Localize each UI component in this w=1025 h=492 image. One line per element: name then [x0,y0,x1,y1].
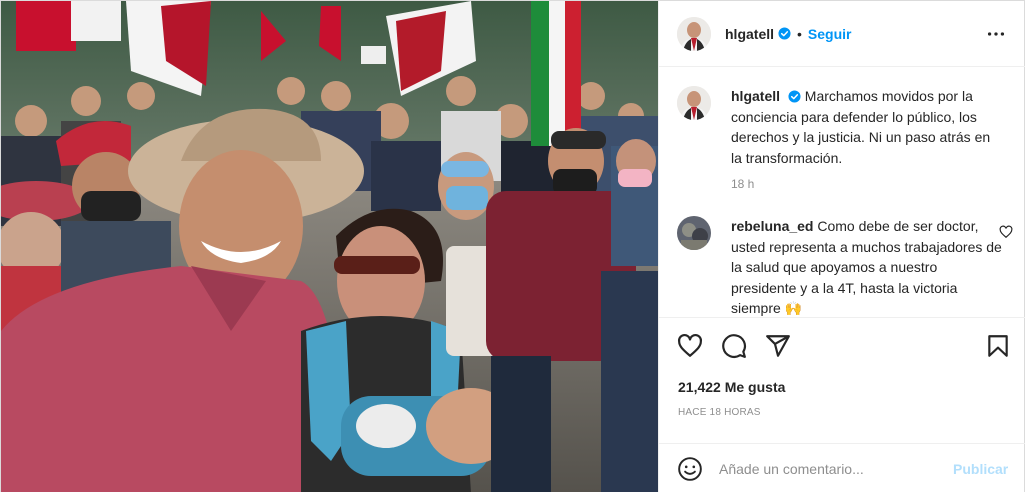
author-avatar[interactable] [677,16,711,51]
commenter-avatar[interactable] [677,216,711,250]
header-separator: • [797,25,802,42]
caption-avatar[interactable] [677,86,711,120]
post-photo[interactable] [1,1,658,492]
heart-icon[interactable] [677,333,703,359]
post-caption: hlgatell Marchamos movidos por la concie… [677,86,1003,195]
share-icon[interactable] [765,333,791,359]
caption-username[interactable]: hlgatell [731,88,780,104]
post-actions [659,317,1025,377]
comments-list[interactable]: hlgatell Marchamos movidos por la concie… [659,68,1025,316]
post-header: hlgatell • Seguir [659,1,1025,67]
author-username[interactable]: hlgatell [725,26,774,42]
march-selfie-image [1,1,658,492]
comment-like-heart-icon[interactable] [999,225,1013,239]
instagram-post: hlgatell • Seguir hlgatell Marchamos mov… [0,0,1025,492]
avatar-image [677,216,711,250]
caption-time[interactable]: 18 h [731,174,1003,195]
caption-body: hlgatell Marchamos movidos por la concie… [731,86,1003,195]
comment-username[interactable]: rebeluna_ed [731,218,813,234]
follow-button[interactable]: Seguir [808,26,852,42]
avatar-image [677,16,711,51]
verified-badge-icon [778,27,791,40]
emoji-icon[interactable] [677,456,703,482]
post-time[interactable]: HACE 18 HORAS [678,407,761,418]
bookmark-icon[interactable] [985,333,1011,359]
more-horizontal-icon[interactable] [985,23,1007,45]
comment-item: rebeluna_ed Como debe de ser doctor, ust… [677,216,1003,316]
comment-icon[interactable] [721,333,747,359]
add-comment-input[interactable] [719,460,937,477]
comment-body: rebeluna_ed Como debe de ser doctor, ust… [731,216,1003,316]
publish-button[interactable]: Publicar [953,461,1008,477]
avatar-image [677,86,711,120]
hands-emoji-icon: 🙌 [784,300,803,316]
likes-count[interactable]: 21,422 Me gusta [678,379,785,395]
add-comment-bar: Publicar [659,443,1025,492]
verified-badge-icon [788,90,801,103]
post-side-panel: hlgatell • Seguir hlgatell Marchamos mov… [658,1,1025,492]
